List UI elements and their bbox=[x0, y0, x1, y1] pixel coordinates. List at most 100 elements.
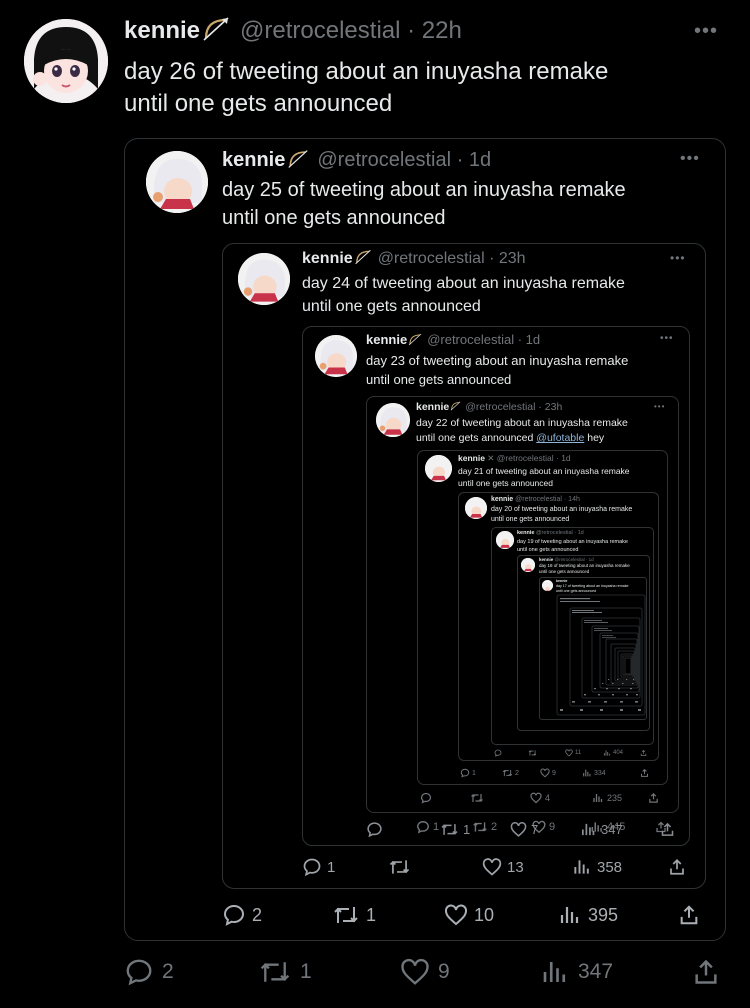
like-button[interactable]: 9 bbox=[540, 768, 556, 778]
author-handle: @retrocelestial bbox=[515, 496, 562, 503]
heart-icon bbox=[510, 821, 527, 837]
reply-button[interactable]: 1 bbox=[302, 857, 335, 877]
author-handle[interactable]: @retrocelestial bbox=[240, 17, 400, 44]
reply-button[interactable] bbox=[494, 749, 504, 757]
tweet-text: day 18 of tweeting about an inuyasha rem… bbox=[539, 563, 630, 575]
more-options-icon[interactable]: ••• bbox=[660, 333, 674, 344]
reply-icon bbox=[223, 904, 245, 926]
share-button[interactable] bbox=[660, 821, 675, 838]
main-avatar[interactable] bbox=[24, 19, 108, 103]
share-icon bbox=[640, 749, 647, 757]
retweet-button[interactable] bbox=[470, 792, 487, 804]
author-handle: @retrocelestial bbox=[465, 401, 536, 413]
quoted-avatar bbox=[376, 403, 410, 437]
reply-button[interactable] bbox=[420, 792, 435, 804]
views-icon bbox=[583, 769, 591, 777]
share-button[interactable] bbox=[692, 957, 720, 987]
share-icon bbox=[661, 822, 674, 836]
quoted-header: kennie @retrocelestial · 1d bbox=[222, 147, 491, 176]
views-icon bbox=[560, 907, 579, 923]
retweet-icon bbox=[260, 962, 290, 982]
retweet-icon bbox=[473, 822, 487, 832]
share-button[interactable] bbox=[648, 792, 659, 804]
author-name: kennie bbox=[491, 496, 514, 503]
reply-icon bbox=[420, 792, 432, 804]
tweet-time: 1d bbox=[588, 557, 594, 562]
quoted-avatar bbox=[496, 531, 514, 549]
like-button[interactable]: 10 bbox=[444, 903, 494, 927]
reply-button[interactable]: 2 bbox=[124, 957, 174, 987]
views-stat[interactable]: 347 bbox=[580, 821, 623, 838]
like-button[interactable]: 4 bbox=[530, 792, 550, 804]
retweet-icon bbox=[502, 769, 513, 777]
tweet-text-line: until one gets announced bbox=[302, 298, 481, 315]
author-name[interactable]: kennie bbox=[124, 17, 200, 44]
quoted-avatar bbox=[146, 151, 208, 213]
bow-arrow-icon bbox=[354, 249, 372, 271]
tweet-text: day 25 of tweeting about an inuyasha rem… bbox=[222, 176, 626, 232]
share-button[interactable] bbox=[668, 857, 686, 877]
retweet-icon bbox=[334, 907, 358, 923]
heart-icon bbox=[540, 768, 550, 778]
author-name: kennie bbox=[458, 453, 485, 463]
retweet-button[interactable] bbox=[528, 749, 539, 757]
like-button[interactable]: 7 bbox=[510, 821, 538, 838]
retweet-button[interactable]: 1 bbox=[440, 821, 470, 838]
views-stat[interactable]: 404 bbox=[603, 749, 623, 757]
author-name: kennie bbox=[416, 401, 450, 413]
tweet-text-line: until one gets announced bbox=[366, 372, 512, 387]
retweet-button[interactable]: 2 bbox=[472, 820, 497, 834]
heart-icon bbox=[565, 749, 573, 757]
quoted-header: kennie @retrocelestial · 23h bbox=[302, 249, 526, 271]
like-button[interactable]: 9 bbox=[400, 957, 450, 987]
heart-icon bbox=[401, 958, 429, 985]
reply-button[interactable]: 2 bbox=[222, 903, 262, 927]
retweet-button[interactable]: 1 bbox=[258, 957, 312, 987]
reply-icon bbox=[417, 821, 429, 834]
like-button[interactable]: 11 bbox=[565, 749, 581, 757]
dot-separator: · bbox=[400, 17, 422, 44]
share-button[interactable] bbox=[640, 768, 649, 778]
reply-button[interactable] bbox=[366, 821, 387, 838]
share-icon bbox=[680, 905, 698, 925]
tweet-text-line: day 26 of tweeting about an inuyasha rem… bbox=[124, 58, 609, 85]
heart-icon bbox=[482, 858, 502, 876]
quoted-header: kennie @retrocelestial · 14h bbox=[491, 496, 580, 503]
main-header: kennie @retrocelestial · 22h bbox=[124, 16, 462, 50]
more-options-icon[interactable]: ••• bbox=[654, 402, 665, 411]
views-stat[interactable]: 334 bbox=[582, 768, 606, 778]
quoted-header: kennie @retrocelestial · 1d bbox=[517, 530, 584, 536]
views-stat[interactable]: 235 bbox=[592, 792, 622, 804]
tweet-text-line: until one gets announced bbox=[222, 207, 446, 229]
tweet-time[interactable]: 22h bbox=[422, 17, 462, 44]
views-stat[interactable]: 395 bbox=[558, 903, 618, 927]
retweet-button[interactable]: 1 bbox=[332, 903, 376, 927]
author-name: kennie bbox=[539, 557, 554, 562]
tweet-text: day 21 of tweeting about an inuyasha rem… bbox=[458, 465, 630, 489]
tweet-time: 1d bbox=[525, 332, 541, 347]
retweet-button[interactable] bbox=[388, 857, 416, 877]
more-options-icon[interactable]: ••• bbox=[680, 150, 700, 168]
author-name: kennie bbox=[222, 149, 286, 171]
share-button[interactable] bbox=[678, 903, 700, 927]
share-icon bbox=[641, 768, 648, 777]
tweet-time: 14h bbox=[568, 496, 580, 503]
author-name: kennie bbox=[366, 332, 408, 347]
more-options-icon[interactable]: ••• bbox=[694, 20, 718, 43]
mention-link[interactable]: @ufotable bbox=[536, 432, 584, 444]
tweet-time: 1d bbox=[561, 453, 571, 463]
like-button[interactable]: 13 bbox=[482, 857, 524, 877]
author-handle: @retrocelestial bbox=[496, 453, 554, 463]
tweet-text: day 26 of tweeting about an inuyasha rem… bbox=[124, 56, 608, 120]
reply-button[interactable]: 1 bbox=[460, 768, 476, 778]
views-icon bbox=[603, 750, 610, 756]
views-stat[interactable]: 347 bbox=[540, 957, 613, 987]
reply-button[interactable]: 1 bbox=[416, 820, 439, 834]
views-stat[interactable]: 358 bbox=[572, 857, 622, 877]
views-icon bbox=[574, 860, 589, 874]
share-button[interactable] bbox=[640, 749, 647, 757]
retweet-button[interactable]: 2 bbox=[502, 768, 519, 778]
author-handle: @retrocelestial bbox=[554, 557, 585, 562]
views-icon bbox=[593, 794, 603, 802]
more-options-icon[interactable]: ••• bbox=[670, 251, 686, 265]
